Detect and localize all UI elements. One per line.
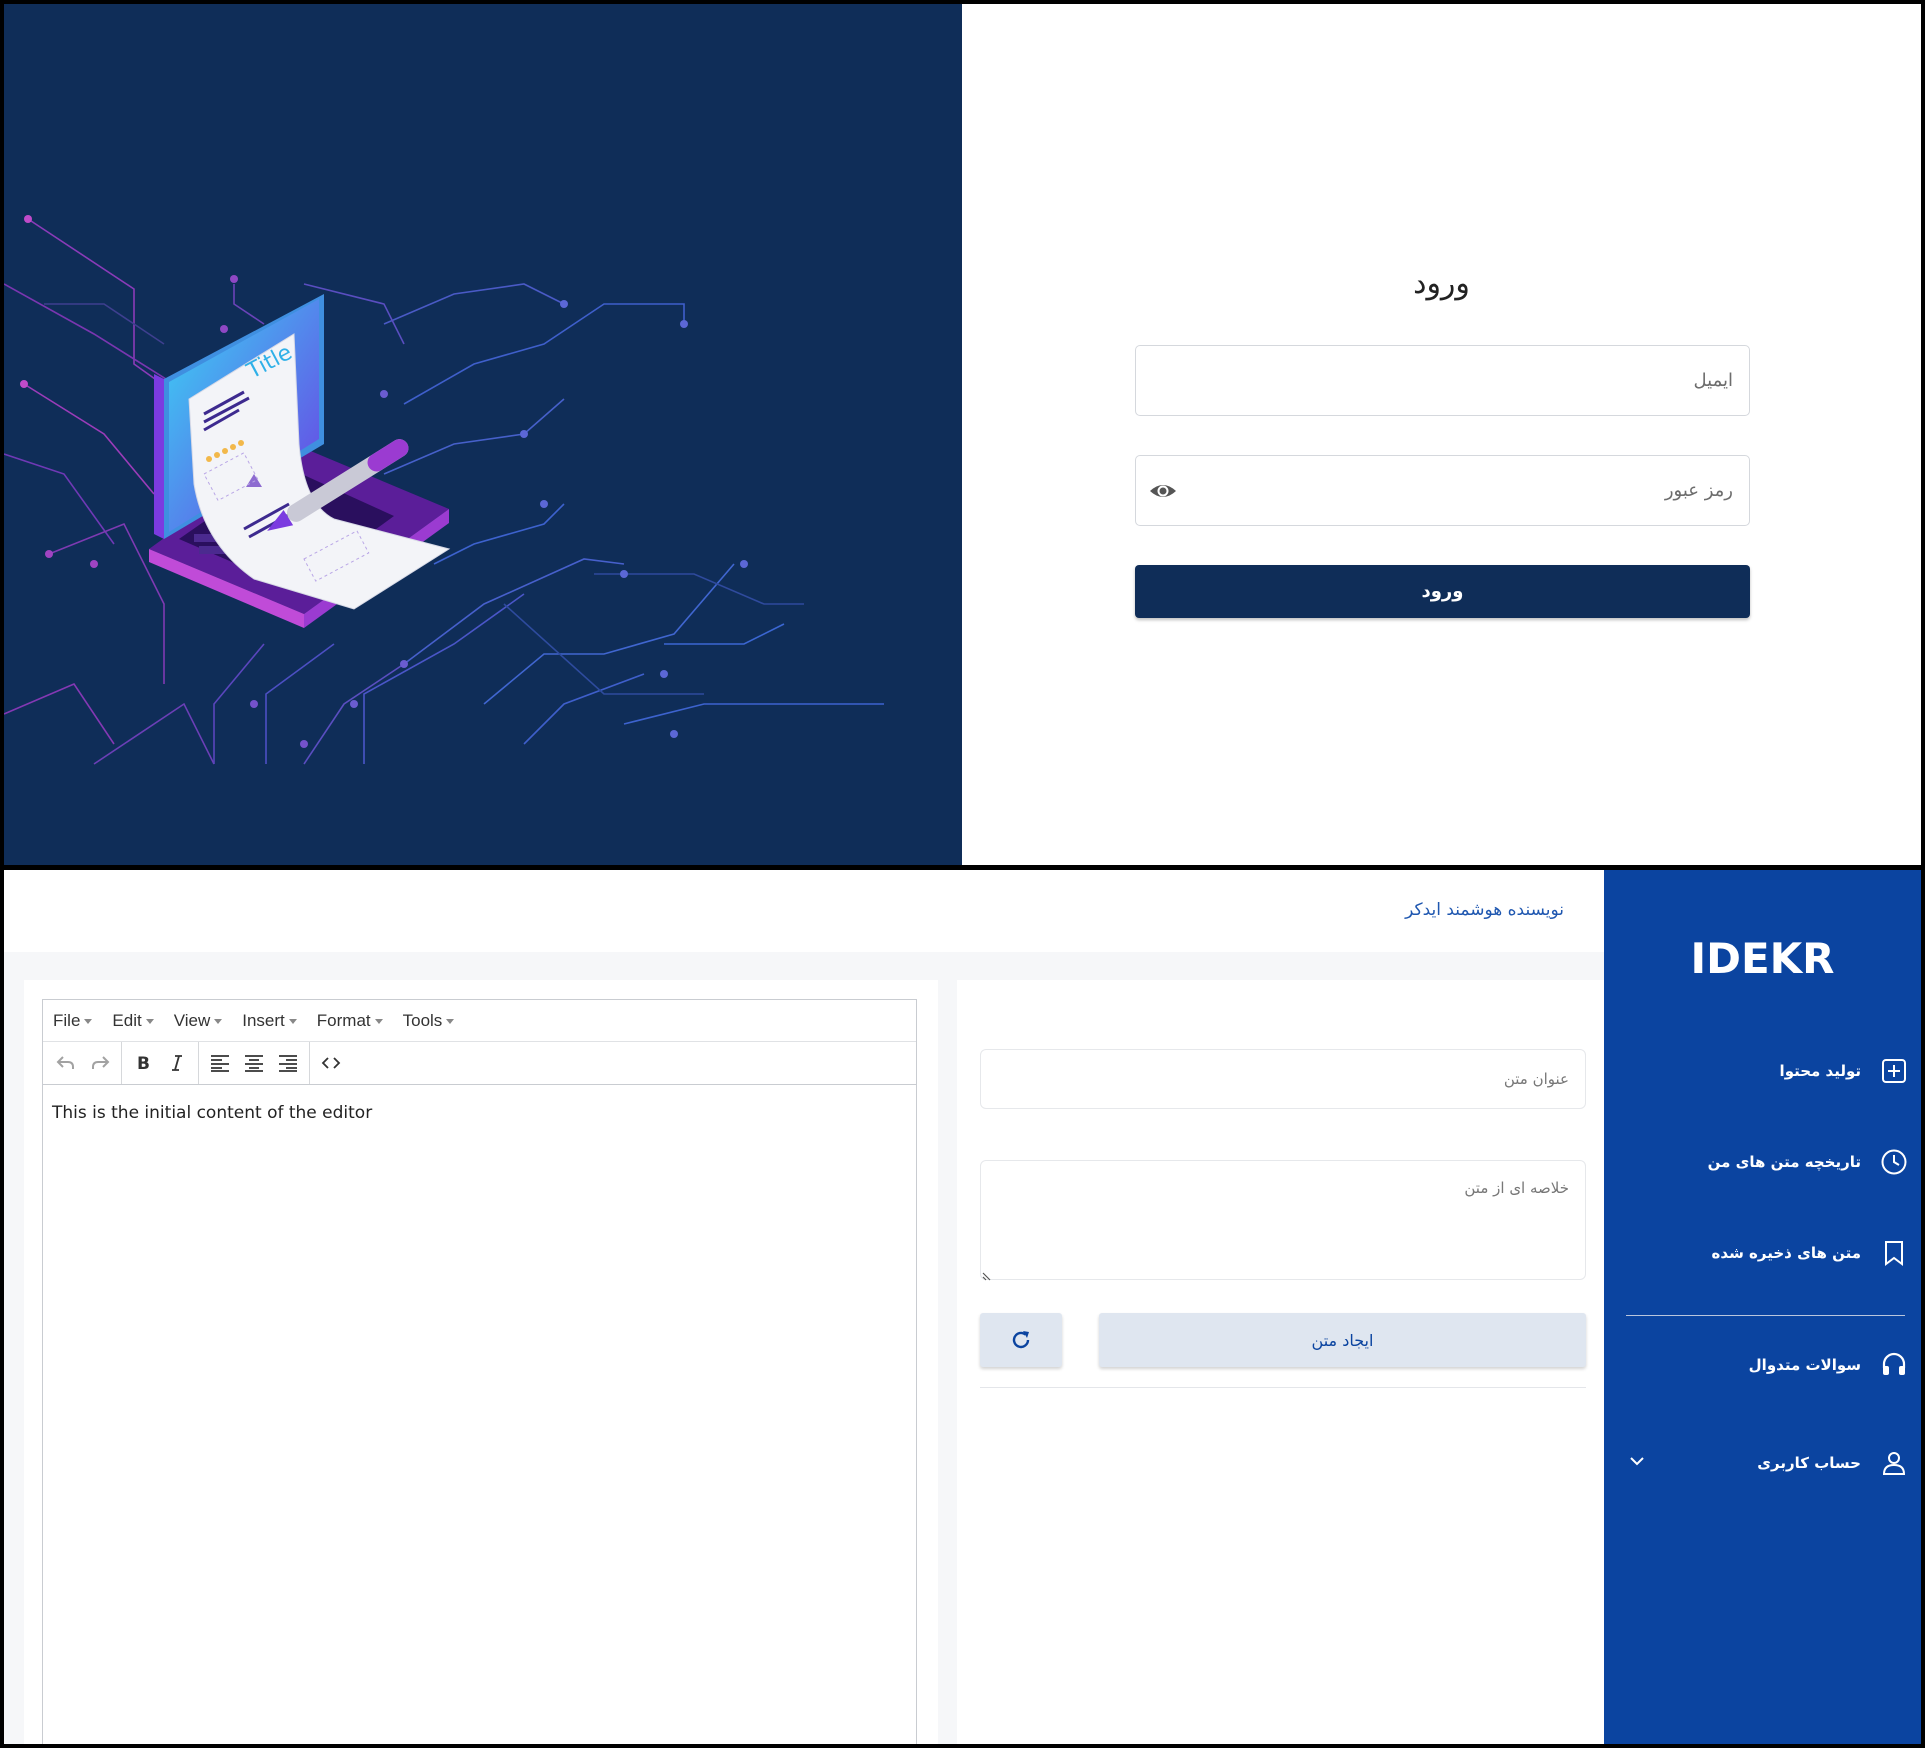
login-illustration-panel: Title bbox=[4, 4, 962, 865]
menu-view[interactable]: View bbox=[174, 1011, 223, 1031]
plus-square-icon bbox=[1879, 1056, 1909, 1086]
editor-app: نویسنده هوشمند ایدکر File Edit View Inse… bbox=[4, 870, 1921, 1744]
sidebar-item-label: متن های ذخیره شده bbox=[1711, 1244, 1861, 1262]
align-left-icon[interactable] bbox=[203, 1046, 237, 1080]
app-header: نویسنده هوشمند ایدکر bbox=[4, 870, 1604, 952]
editor-menubar: File Edit View Insert Format Tools bbox=[43, 1000, 916, 1042]
code-icon[interactable] bbox=[314, 1046, 348, 1080]
align-right-icon[interactable] bbox=[271, 1046, 305, 1080]
sidebar: IDEKR تولید محتوا تاریخچه متن های من متن… bbox=[1604, 870, 1921, 1744]
rich-text-editor[interactable]: File Edit View Insert Format Tools B Thi… bbox=[42, 999, 917, 1744]
chevron-down-icon[interactable] bbox=[1626, 1450, 1648, 1472]
menu-edit-label: Edit bbox=[112, 1010, 142, 1030]
login-submit-button[interactable]: ورود bbox=[1135, 565, 1750, 618]
form-divider bbox=[980, 1387, 1586, 1388]
sidebar-item-account[interactable]: حساب کاربری bbox=[1757, 1443, 1909, 1483]
create-text-button[interactable]: ایجاد متن bbox=[1099, 1313, 1586, 1367]
code-group bbox=[310, 1042, 352, 1084]
circuit-laptop-illustration: Title bbox=[4, 215, 884, 765]
app-title: نویسنده هوشمند ایدکر bbox=[1405, 900, 1564, 920]
svg-text:B: B bbox=[137, 1054, 150, 1073]
sidebar-item-generate[interactable]: تولید محتوا bbox=[1780, 1051, 1909, 1091]
sidebar-item-label: حساب کاربری bbox=[1757, 1454, 1861, 1472]
redo-icon[interactable] bbox=[83, 1046, 117, 1080]
caret-down-icon bbox=[288, 1019, 297, 1024]
bold-icon[interactable]: B bbox=[126, 1046, 160, 1080]
editor-toolbar: B bbox=[43, 1042, 916, 1085]
italic-icon[interactable] bbox=[160, 1046, 194, 1080]
sidebar-item-faq[interactable]: سوالات متدوال bbox=[1749, 1345, 1909, 1385]
password-field[interactable] bbox=[1135, 455, 1750, 526]
password-input[interactable] bbox=[1136, 456, 1749, 525]
summary-textarea[interactable] bbox=[981, 1161, 1585, 1279]
email-field[interactable] bbox=[1135, 345, 1750, 416]
caret-down-icon bbox=[374, 1019, 383, 1024]
summary-field[interactable] bbox=[980, 1160, 1586, 1281]
sidebar-item-history[interactable]: تاریخچه متن های من bbox=[1708, 1142, 1909, 1182]
bookmark-icon bbox=[1879, 1238, 1909, 1268]
editor-content[interactable]: This is the initial content of the edito… bbox=[43, 1085, 916, 1744]
alignment-group bbox=[199, 1042, 310, 1084]
refresh-button[interactable] bbox=[980, 1313, 1062, 1367]
eye-icon[interactable] bbox=[1148, 478, 1178, 504]
menu-tools[interactable]: Tools bbox=[403, 1011, 455, 1031]
refresh-icon bbox=[1012, 1331, 1030, 1349]
sidebar-item-label: سوالات متدوال bbox=[1748, 1356, 1861, 1374]
caret-down-icon bbox=[214, 1019, 223, 1024]
caret-down-icon bbox=[84, 1019, 93, 1024]
menu-format-label: Format bbox=[316, 1010, 371, 1030]
history-group bbox=[45, 1042, 122, 1084]
menu-format[interactable]: Format bbox=[317, 1011, 383, 1031]
title-field[interactable] bbox=[980, 1049, 1586, 1109]
email-input[interactable] bbox=[1136, 346, 1749, 415]
caret-down-icon bbox=[446, 1019, 455, 1024]
headset-icon bbox=[1879, 1350, 1909, 1380]
login-screen: Title ورود ایمیل ورود bbox=[4, 4, 1921, 865]
title-input[interactable] bbox=[981, 1050, 1585, 1108]
caret-down-icon bbox=[145, 1019, 154, 1024]
align-center-icon[interactable] bbox=[237, 1046, 271, 1080]
clock-icon bbox=[1879, 1147, 1909, 1177]
menu-insert[interactable]: Insert bbox=[242, 1011, 297, 1031]
menu-edit[interactable]: Edit bbox=[112, 1010, 154, 1031]
login-title: ورود bbox=[1413, 266, 1470, 301]
sidebar-item-label: تولید محتوا bbox=[1779, 1062, 1861, 1080]
login-form-panel: ورود ورود bbox=[962, 4, 1921, 865]
logo-text: IDEKR bbox=[1690, 934, 1835, 983]
sidebar-item-label: تاریخچه متن های من bbox=[1707, 1153, 1861, 1171]
undo-icon[interactable] bbox=[49, 1046, 83, 1080]
resize-grip-icon[interactable] bbox=[982, 1266, 994, 1281]
menu-view-label: View bbox=[173, 1010, 211, 1030]
menu-file[interactable]: File bbox=[53, 1010, 93, 1031]
menu-tools-label: Tools bbox=[402, 1010, 443, 1030]
sidebar-item-saved[interactable]: متن های ذخیره شده bbox=[1712, 1233, 1909, 1273]
user-icon bbox=[1879, 1448, 1909, 1478]
formatting-group: B bbox=[122, 1042, 199, 1084]
menu-insert-label: Insert bbox=[242, 1010, 285, 1030]
menu-file-label: File bbox=[53, 1010, 81, 1030]
sidebar-divider bbox=[1626, 1315, 1905, 1316]
logo: IDEKR bbox=[1604, 934, 1921, 983]
